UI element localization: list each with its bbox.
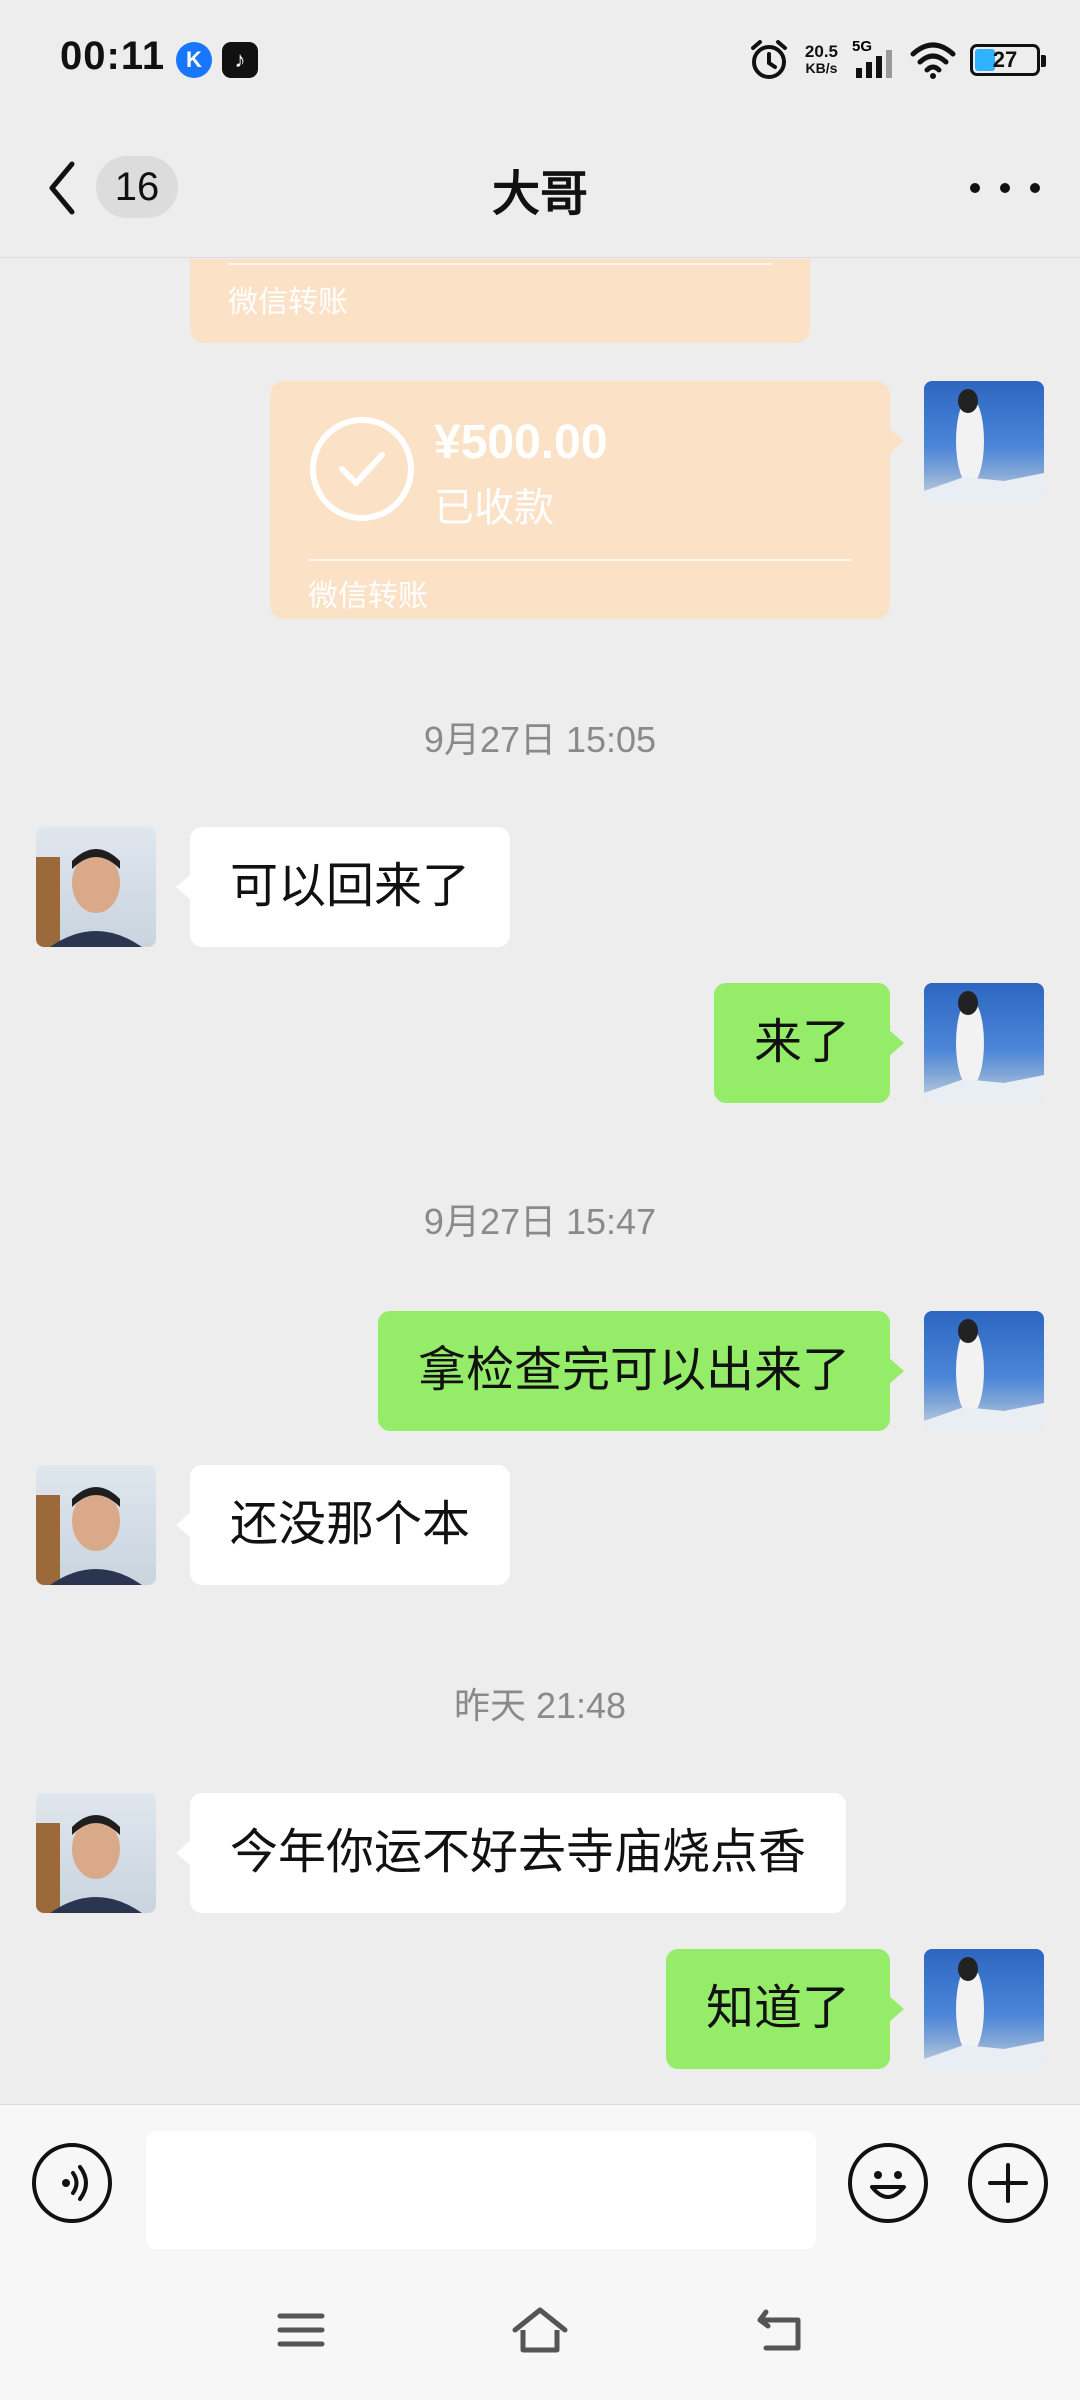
message-bubble-me[interactable]: 知道了 — [665, 1949, 905, 2069]
alarm-icon — [750, 40, 787, 79]
chat-title: 大哥 — [491, 168, 588, 221]
signal-icon: 5G — [852, 38, 896, 82]
system-navigation-bar — [0, 2260, 1080, 2400]
tiktok-icon: ♪ — [222, 42, 258, 78]
my-avatar[interactable] — [924, 983, 1044, 1103]
menu-icon[interactable] — [266, 2300, 336, 2360]
emoji-icon[interactable] — [848, 2143, 928, 2223]
battery-icon: 27 — [970, 44, 1046, 76]
transfer-label: 微信转账 — [228, 286, 348, 319]
my-avatar[interactable] — [924, 381, 1044, 501]
transfer-card-partial[interactable]: 微信转账 — [190, 259, 810, 343]
home-icon[interactable] — [505, 2300, 575, 2360]
message-input[interactable] — [146, 2131, 816, 2249]
message-list[interactable]: 微信转账 ¥500.00 已收款 微信转账 9月27日 15:05 可以回来了 … — [0, 259, 1080, 2104]
plus-icon[interactable] — [968, 2143, 1048, 2223]
friend-avatar[interactable] — [36, 1465, 156, 1585]
friend-avatar[interactable] — [36, 1793, 156, 1913]
network-speed-value: 20.5 — [804, 42, 838, 61]
my-avatar[interactable] — [924, 1949, 1044, 2069]
timestamp: 昨天 21:48 — [453, 1685, 627, 1726]
status-bar: 00:11 K ♪ 20.5 KB/s 5G 27 — [0, 0, 1080, 120]
message-bubble-friend[interactable]: 今年你运不好去寺庙烧点香 — [175, 1793, 847, 1913]
status-time: 00:11 — [60, 34, 166, 78]
voice-icon[interactable] — [32, 2143, 112, 2223]
network-speed: 20.5 KB/s — [805, 43, 838, 77]
message-bubble-me[interactable]: 拿检查完可以出来了 — [377, 1311, 905, 1431]
timestamp: 9月27日 15:05 — [423, 719, 657, 760]
message-bubble-me[interactable]: 来了 — [713, 983, 905, 1103]
message-bubble-friend[interactable]: 还没那个本 — [175, 1465, 511, 1585]
network-speed-unit: KB/s — [805, 60, 838, 76]
status-right: 20.5 KB/s 5G 27 — [747, 36, 1046, 84]
chat-header: 16 大哥 — [0, 120, 1080, 258]
back-icon[interactable] — [746, 2300, 816, 2360]
friend-avatar[interactable] — [36, 827, 156, 947]
input-bar — [0, 2104, 1080, 2260]
wifi-icon — [910, 42, 956, 79]
check-circle-icon — [310, 417, 414, 521]
transfer-card[interactable]: ¥500.00 已收款 微信转账 — [270, 381, 904, 619]
message-bubble-friend[interactable]: 可以回来了 — [175, 827, 511, 947]
more-options-icon[interactable] — [970, 160, 1040, 216]
my-avatar[interactable] — [924, 1311, 1044, 1431]
kuaishou-k-icon: K — [176, 42, 212, 78]
transfer-amount: ¥500.00 — [434, 416, 608, 469]
battery-level: 27 — [992, 47, 1018, 72]
transfer-label: 微信转账 — [308, 580, 428, 613]
timestamp: 9月27日 15:47 — [423, 1201, 657, 1242]
transfer-status: 已收款 — [434, 486, 554, 530]
